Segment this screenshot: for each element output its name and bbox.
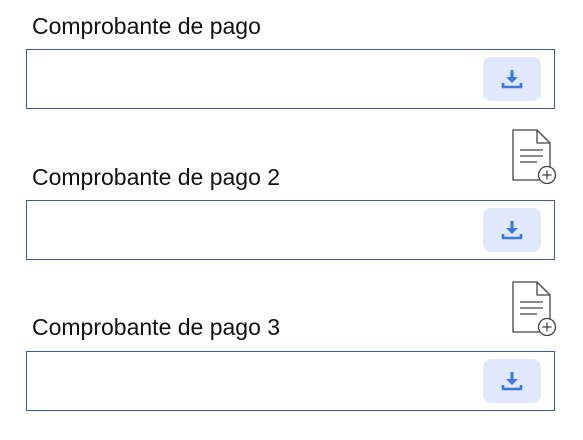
field-label-3: Comprobante de pago 3 <box>32 314 281 340</box>
document-add-icon <box>512 129 557 185</box>
add-file-button-3[interactable] <box>510 281 558 337</box>
field-label-1: Comprobante de pago <box>32 13 261 39</box>
upload-button-1[interactable] <box>483 57 541 101</box>
file-input-2[interactable] <box>26 200 555 260</box>
add-file-button-2[interactable] <box>510 129 558 185</box>
document-add-icon <box>512 281 557 337</box>
upload-button-3[interactable] <box>483 359 541 403</box>
download-icon <box>501 372 523 391</box>
file-input-3[interactable] <box>26 351 555 411</box>
upload-button-2[interactable] <box>483 208 541 252</box>
download-icon <box>501 70 523 89</box>
download-icon <box>501 221 523 240</box>
field-label-2: Comprobante de pago 2 <box>32 164 281 190</box>
file-input-1[interactable] <box>26 49 555 109</box>
